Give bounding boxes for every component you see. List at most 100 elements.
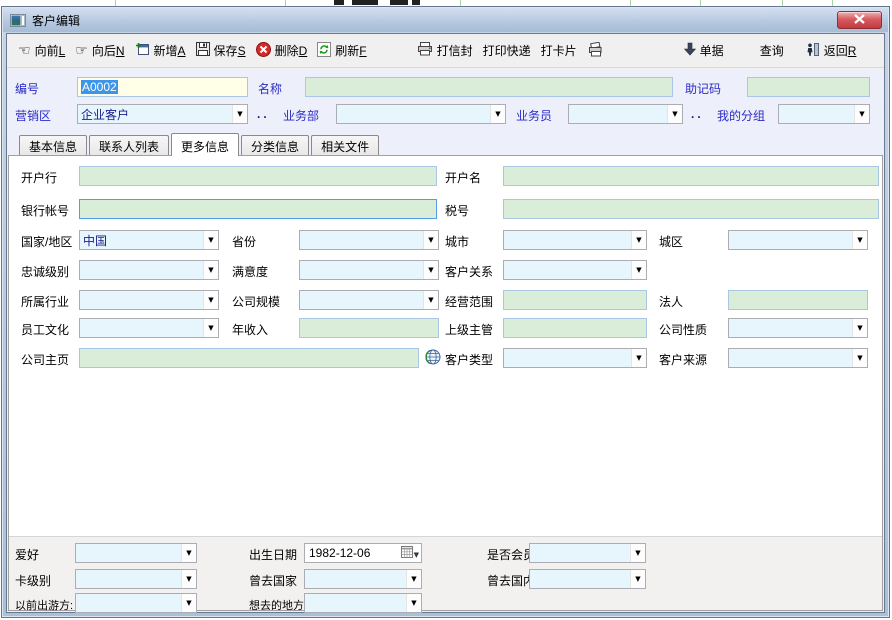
staff-culture-select[interactable] bbox=[79, 318, 219, 338]
supervisor-label: 上级主管 bbox=[445, 321, 493, 338]
save-button[interactable]: 保存S bbox=[191, 40, 251, 61]
chevron-down-icon bbox=[423, 291, 438, 309]
hand-right-icon: ☞ bbox=[75, 45, 88, 57]
delete-icon bbox=[256, 42, 271, 60]
customer-source-select[interactable] bbox=[728, 348, 868, 368]
industry-select[interactable] bbox=[79, 290, 219, 310]
tab-related-files[interactable]: 相关文件 bbox=[311, 135, 379, 155]
chevron-down-icon bbox=[631, 261, 646, 279]
homepage-input[interactable] bbox=[79, 348, 419, 368]
mnemonic-input[interactable] bbox=[747, 77, 870, 97]
customer-type-select[interactable] bbox=[503, 348, 647, 368]
business-scope-input[interactable] bbox=[503, 290, 647, 310]
salesman-select[interactable] bbox=[568, 104, 683, 124]
globe-icon[interactable] bbox=[425, 349, 441, 365]
window-title: 客户编辑 bbox=[32, 12, 80, 29]
company-size-select[interactable] bbox=[299, 290, 439, 310]
chevron-down-icon bbox=[852, 231, 867, 249]
visited-domestic-label: 曾去国内 bbox=[487, 572, 535, 589]
previous-travel-select[interactable] bbox=[75, 593, 197, 613]
chevron-down-icon bbox=[203, 291, 218, 309]
bank-account-input[interactable] bbox=[79, 199, 437, 219]
birth-date-picker[interactable]: 1982-12-06 bbox=[304, 543, 422, 563]
hobby-select[interactable] bbox=[75, 543, 197, 563]
tab-contact-list[interactable]: 联系人列表 bbox=[89, 135, 169, 155]
close-button[interactable] bbox=[837, 11, 882, 29]
documents-button[interactable]: 单据 bbox=[679, 40, 729, 61]
print-envelope-button[interactable]: 打信封 bbox=[412, 40, 478, 61]
account-name-label: 开户名 bbox=[445, 169, 481, 186]
title-bar[interactable]: 客户编辑 bbox=[3, 8, 888, 32]
staff-culture-label: 员工文化 bbox=[21, 321, 69, 338]
business-scope-label: 经营范围 bbox=[445, 293, 493, 310]
loyalty-level-label: 忠诚级别 bbox=[21, 263, 69, 280]
bank-branch-input[interactable] bbox=[79, 166, 437, 186]
print-card-button[interactable]: 打卡片 bbox=[536, 40, 582, 61]
department-select[interactable] bbox=[336, 104, 506, 124]
visited-countries-select[interactable] bbox=[304, 569, 422, 589]
my-group-select[interactable] bbox=[778, 104, 870, 124]
customer-relation-select[interactable] bbox=[503, 260, 647, 280]
visited-domestic-select[interactable] bbox=[529, 569, 646, 589]
refresh-button[interactable]: 刷新F bbox=[312, 40, 371, 62]
province-select[interactable] bbox=[299, 230, 439, 250]
annual-income-label: 年收入 bbox=[232, 321, 268, 338]
down-arrow-icon bbox=[684, 42, 696, 59]
tax-number-input[interactable] bbox=[503, 199, 879, 219]
card-printer-button[interactable] bbox=[582, 40, 609, 62]
previous-travel-label: 以前出游方: bbox=[15, 597, 73, 613]
chevron-down-icon bbox=[181, 594, 196, 612]
app-form-icon bbox=[10, 14, 26, 27]
desired-places-label: 想去的地方 bbox=[249, 597, 304, 613]
chevron-down-icon bbox=[423, 261, 438, 279]
chevron-down-icon bbox=[406, 570, 421, 588]
district-select[interactable] bbox=[728, 230, 868, 250]
return-button[interactable]: 返回R bbox=[801, 40, 862, 62]
province-label: 省份 bbox=[232, 233, 256, 250]
chevron-down-icon bbox=[414, 546, 419, 560]
hobby-label: 爱好 bbox=[15, 546, 39, 563]
code-input[interactable]: A0002 bbox=[77, 77, 248, 97]
loyalty-level-select[interactable] bbox=[79, 260, 219, 280]
customer-source-label: 客户来源 bbox=[659, 351, 707, 368]
tab-category-info[interactable]: 分类信息 bbox=[241, 135, 309, 155]
my-group-label: 我的分组 bbox=[717, 107, 765, 124]
more-info-tab-page: 开户行 开户名 银行帐号 税号 国家/地区 中国 省份 城市 城区 忠诚级别 满… bbox=[8, 155, 883, 611]
salesman-browse-button[interactable]: .. bbox=[691, 107, 704, 121]
country-select[interactable]: 中国 bbox=[79, 230, 219, 250]
marketing-area-select[interactable]: 企业客户 bbox=[77, 104, 248, 124]
add-button[interactable]: 新增A bbox=[130, 40, 191, 61]
satisfaction-select[interactable] bbox=[299, 260, 439, 280]
delete-button[interactable]: 删除D bbox=[251, 40, 313, 62]
city-select[interactable] bbox=[503, 230, 647, 250]
exit-icon bbox=[806, 42, 820, 60]
tab-more-info[interactable]: 更多信息 bbox=[171, 133, 239, 156]
chevron-down-icon bbox=[232, 105, 247, 123]
save-icon bbox=[196, 42, 210, 59]
annual-income-input[interactable] bbox=[299, 318, 439, 338]
print-express-button[interactable]: 打印快递 bbox=[478, 40, 536, 61]
card-level-select[interactable] bbox=[75, 569, 197, 589]
tab-basic-info[interactable]: 基本信息 bbox=[19, 135, 87, 155]
tab-strip: 基本信息 联系人列表 更多信息 分类信息 相关文件 bbox=[7, 131, 884, 155]
company-size-label: 公司规模 bbox=[232, 293, 280, 310]
selected-text: A0002 bbox=[81, 80, 118, 94]
marketing-area-browse-button[interactable]: .. bbox=[257, 107, 270, 121]
next-button[interactable]: ☞ 向后N bbox=[70, 40, 129, 61]
bank-branch-label: 开户行 bbox=[21, 169, 57, 186]
desired-places-select[interactable] bbox=[304, 593, 422, 613]
supervisor-input[interactable] bbox=[503, 318, 647, 338]
chevron-down-icon bbox=[490, 105, 505, 123]
chevron-down-icon bbox=[203, 261, 218, 279]
account-name-input[interactable] bbox=[503, 166, 879, 186]
name-input[interactable] bbox=[305, 77, 673, 97]
legal-person-input[interactable] bbox=[728, 290, 868, 310]
previous-button[interactable]: ☜ 向前L bbox=[13, 40, 70, 61]
query-button[interactable]: 查询 bbox=[755, 40, 789, 61]
chevron-down-icon bbox=[203, 231, 218, 249]
company-nature-select[interactable] bbox=[728, 318, 868, 338]
card-level-label: 卡级别 bbox=[15, 572, 51, 589]
is-member-select[interactable] bbox=[529, 543, 646, 563]
card-printer-icon bbox=[587, 42, 604, 60]
new-item-icon bbox=[135, 42, 150, 59]
